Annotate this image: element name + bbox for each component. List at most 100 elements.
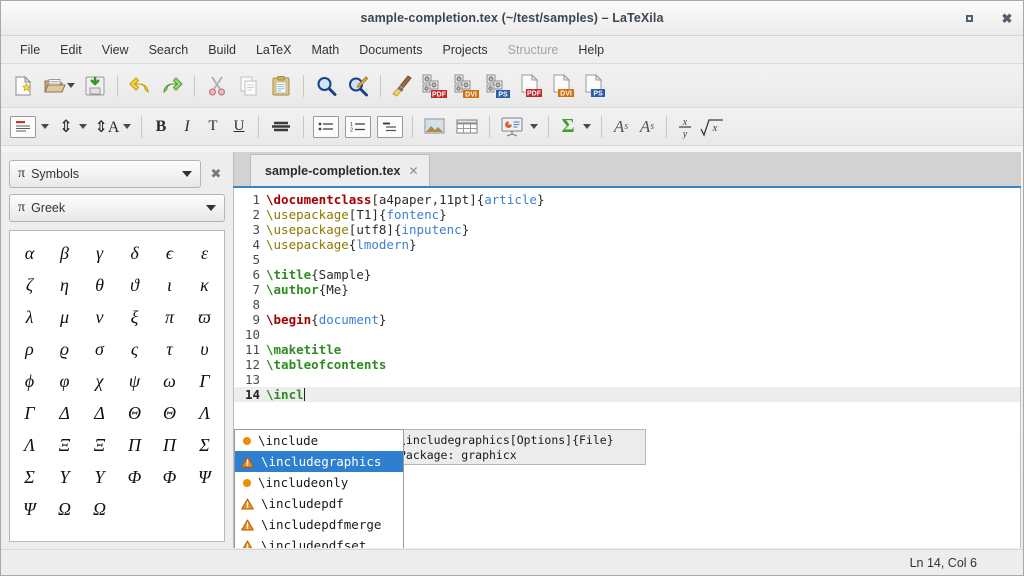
symbol-cell[interactable]: ε <box>187 237 222 269</box>
symbol-cell[interactable]: Ω <box>47 493 82 525</box>
symbol-cell[interactable]: Θ <box>117 397 152 429</box>
find-icon[interactable] <box>310 70 342 102</box>
completion-item[interactable]: \include <box>235 430 403 451</box>
source-view[interactable]: 1\documentclass[a4paper,11pt]{article}2\… <box>233 188 1021 548</box>
symbol-cell[interactable]: κ <box>187 269 222 301</box>
symbol-category-combo[interactable]: π Symbols <box>9 160 201 188</box>
find-replace-icon[interactable] <box>342 70 374 102</box>
symbol-cell[interactable]: Λ <box>12 429 47 461</box>
insert-figure-icon[interactable] <box>419 111 451 143</box>
menu-edit[interactable]: Edit <box>50 40 92 60</box>
paste-icon[interactable] <box>265 70 297 102</box>
symbol-cell[interactable]: Λ <box>187 397 222 429</box>
symbol-cell[interactable]: Π <box>152 429 187 461</box>
symbol-cell[interactable]: Φ <box>152 461 187 493</box>
presentation-dropdown-arrow-icon[interactable] <box>530 124 538 129</box>
menu-search[interactable]: Search <box>139 40 199 60</box>
menu-documents[interactable]: Documents <box>349 40 432 60</box>
symbol-cell[interactable]: Γ <box>187 365 222 397</box>
symbol-cell[interactable]: Υ <box>82 461 117 493</box>
symbol-cell[interactable]: Δ <box>47 397 82 429</box>
maximize-icon[interactable] <box>961 11 977 27</box>
menu-math[interactable]: Math <box>301 40 349 60</box>
symbol-cell[interactable]: ϕ <box>12 365 47 397</box>
symbol-cell[interactable]: Ψ <box>12 493 47 525</box>
symbol-cell[interactable]: τ <box>152 333 187 365</box>
menu-build[interactable]: Build <box>198 40 246 60</box>
bold-icon[interactable]: B <box>148 114 174 140</box>
symbol-cell[interactable]: φ <box>47 365 82 397</box>
symbol-cell[interactable]: Ξ <box>82 429 117 461</box>
symbol-cell[interactable]: ρ <box>12 333 47 365</box>
symbol-cell[interactable]: σ <box>82 333 117 365</box>
close-panel-icon[interactable]: ✖ <box>207 165 225 183</box>
symbol-cell[interactable]: μ <box>47 301 82 333</box>
references-icon[interactable]: ⇕ <box>53 114 79 140</box>
new-document-icon[interactable] <box>7 70 39 102</box>
symbol-cell[interactable]: β <box>47 237 82 269</box>
symbol-cell[interactable]: ν <box>82 301 117 333</box>
symbol-cell[interactable]: ψ <box>117 365 152 397</box>
menu-file[interactable]: File <box>10 40 50 60</box>
symbol-cell[interactable]: Δ <box>82 397 117 429</box>
undo-icon[interactable] <box>124 70 156 102</box>
completion-item[interactable]: \includepdfset <box>235 535 403 548</box>
save-document-icon[interactable] <box>79 70 111 102</box>
symbol-cell[interactable]: Υ <box>47 461 82 493</box>
symbol-cell[interactable]: ϑ <box>117 269 152 301</box>
menu-view[interactable]: View <box>92 40 139 60</box>
close-icon[interactable]: ✖ <box>999 11 1015 27</box>
symbol-cell[interactable]: Σ <box>12 461 47 493</box>
symbol-cell[interactable]: Σ <box>187 429 222 461</box>
size-dropdown-arrow-icon[interactable] <box>123 124 131 129</box>
completion-item[interactable]: \includepdfmerge <box>235 514 403 535</box>
menu-help[interactable]: Help <box>568 40 614 60</box>
center-align-icon[interactable] <box>265 111 297 143</box>
insert-table-icon[interactable] <box>451 111 483 143</box>
completion-item[interactable]: \includepdf <box>235 493 403 514</box>
clean-build-files-icon[interactable] <box>387 70 419 102</box>
symbol-cell[interactable]: Π <box>117 429 152 461</box>
symbol-cell[interactable]: η <box>47 269 82 301</box>
square-root-icon[interactable]: x <box>697 114 727 140</box>
symbol-cell[interactable]: ϵ <box>152 237 187 269</box>
symbol-cell[interactable]: Θ <box>152 397 187 429</box>
math-mode-icon[interactable]: Σ <box>555 114 581 140</box>
symbol-cell[interactable]: ζ <box>12 269 47 301</box>
typewriter-icon[interactable]: T <box>200 114 226 140</box>
enumerate-list-icon[interactable]: 1 2 <box>342 111 374 143</box>
math-dropdown-arrow-icon[interactable] <box>583 124 591 129</box>
italic-icon[interactable]: I <box>174 114 200 140</box>
completion-item[interactable]: \includegraphics <box>235 451 403 472</box>
fraction-icon[interactable]: x y <box>673 114 697 140</box>
symbol-cell[interactable]: π <box>152 301 187 333</box>
build-dvi-icon[interactable]: DVI <box>451 70 483 102</box>
itemize-list-icon[interactable] <box>310 111 342 143</box>
view-ps-icon[interactable]: PS <box>579 70 611 102</box>
completion-list[interactable]: \include\includegraphics\includeonly\inc… <box>235 430 403 548</box>
open-document-icon[interactable] <box>39 70 71 102</box>
presentation-icon[interactable] <box>496 111 528 143</box>
build-ps-icon[interactable]: PS <box>483 70 515 102</box>
symbol-cell[interactable]: α <box>12 237 47 269</box>
sectioning-dropdown-arrow-icon[interactable] <box>41 124 49 129</box>
symbol-cell[interactable]: χ <box>82 365 117 397</box>
symbol-cell[interactable]: Φ <box>117 461 152 493</box>
description-list-icon[interactable] <box>374 111 406 143</box>
symbol-cell[interactable]: δ <box>117 237 152 269</box>
symbol-cell[interactable]: ω <box>152 365 187 397</box>
underline-icon[interactable]: U <box>226 114 252 140</box>
redo-icon[interactable] <box>156 70 188 102</box>
symbol-cell[interactable]: ϱ <box>47 333 82 365</box>
symbol-group-combo[interactable]: π Greek <box>9 194 225 222</box>
menu-latex[interactable]: LaTeX <box>246 40 301 60</box>
symbol-cell[interactable]: ς <box>117 333 152 365</box>
size-icon[interactable]: ⇕A <box>91 114 123 140</box>
view-dvi-icon[interactable]: DVI <box>547 70 579 102</box>
symbol-cell[interactable]: λ <box>12 301 47 333</box>
symbol-cell[interactable]: θ <box>82 269 117 301</box>
symbol-cell[interactable]: Ψ <box>187 461 222 493</box>
build-pdf-icon[interactable]: PDF <box>419 70 451 102</box>
symbol-cell[interactable]: γ <box>82 237 117 269</box>
subscript-icon[interactable]: As <box>634 114 660 140</box>
